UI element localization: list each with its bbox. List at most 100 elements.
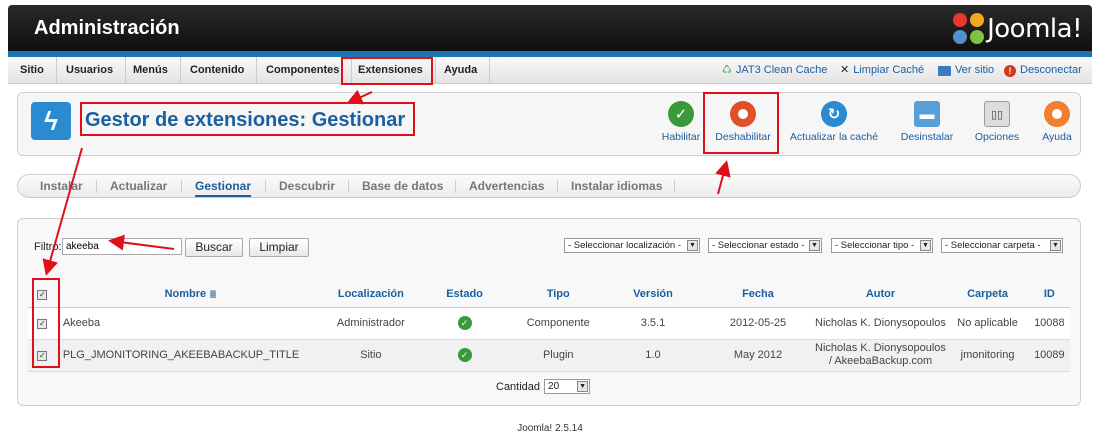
select-type[interactable]: - Seleccionar tipo - ▼ xyxy=(831,238,933,253)
tab-divider xyxy=(96,180,97,193)
search-button[interactable]: Buscar xyxy=(185,238,243,257)
menu-ayuda[interactable]: Ayuda xyxy=(432,57,491,84)
enabled-check-icon[interactable]: ✓ xyxy=(457,316,472,330)
menu-usuarios[interactable]: Usuarios xyxy=(54,57,127,84)
uninstall-button[interactable]: ▬ Desinstalar xyxy=(898,101,956,151)
options-icon: ▯▯ xyxy=(984,101,1010,127)
col-nombre-label: Nombre xyxy=(164,288,207,301)
tab-descubrir[interactable]: Descubrir xyxy=(279,175,335,197)
cell-author: Nicholas K. Dionysopoulos / AkeebaBackup… xyxy=(814,339,947,372)
cell-type: Plugin xyxy=(511,339,605,372)
tab-divider xyxy=(265,180,266,193)
col-fecha[interactable]: Fecha xyxy=(701,282,815,308)
cell-location: Administrador xyxy=(324,307,418,340)
menu-sitio[interactable]: Sitio xyxy=(8,57,57,84)
view-site-link[interactable]: Ver sitio xyxy=(938,57,994,84)
help-label: Ayuda xyxy=(1042,131,1072,143)
trash-icon: ▬ xyxy=(914,101,940,127)
refresh-cache-label: Actualizar la caché xyxy=(789,131,879,143)
cache-icon: ♺ xyxy=(722,64,732,76)
col-carpeta[interactable]: Carpeta xyxy=(946,282,1029,308)
cell-location: Sitio xyxy=(324,339,418,372)
jat3-cache-link[interactable]: ♺ JAT3 Clean Cache xyxy=(722,57,827,84)
tab-divider xyxy=(181,180,182,193)
col-estado[interactable]: Estado xyxy=(417,282,512,308)
enabled-check-icon[interactable]: ✓ xyxy=(457,348,472,362)
extensions-list-panel: Filtro: Buscar Limpiar - Seleccionar loc… xyxy=(17,218,1081,406)
broom-icon: ✕ xyxy=(840,64,850,76)
annotation-box-extensions xyxy=(341,57,433,85)
select-location[interactable]: - Seleccionar localización - ▼ xyxy=(564,238,700,253)
enable-button[interactable]: ✓ Habilitar xyxy=(658,101,704,151)
enable-label: Habilitar xyxy=(661,131,701,143)
refresh-cache-button[interactable]: ↻ Actualizar la caché xyxy=(788,101,880,151)
joomla-logo-icon xyxy=(953,13,985,45)
tab-divider xyxy=(674,180,675,193)
annotation-box-title xyxy=(80,102,415,136)
footer-version: Joomla! 2.5.14 xyxy=(517,423,583,434)
logout-label: Desconectar xyxy=(1020,64,1082,76)
joomla-logo-text: Joomla! xyxy=(987,14,1082,44)
cell-name[interactable]: PLG_JMONITORING_AKEEBABACKUP_TITLE xyxy=(56,339,325,372)
options-button[interactable]: ▯▯ Opciones xyxy=(972,101,1022,151)
col-autor[interactable]: Autor xyxy=(814,282,947,308)
menu-componentes[interactable]: Componentes xyxy=(254,57,353,84)
admin-header: Administración Joomla! xyxy=(8,5,1092,55)
menu-contenido[interactable]: Contenido xyxy=(178,57,258,84)
pager-label: Cantidad xyxy=(496,380,541,393)
annotation-box-disable xyxy=(703,92,779,154)
col-id[interactable]: ID xyxy=(1028,282,1070,308)
monitor-icon xyxy=(938,65,951,76)
tab-actualizar[interactable]: Actualizar xyxy=(110,175,167,197)
power-icon: ! xyxy=(1004,64,1016,77)
logout-link[interactable]: ! Desconectar xyxy=(1004,57,1082,84)
jat3-cache-label: JAT3 Clean Cache xyxy=(735,64,828,76)
help-button[interactable]: Ayuda xyxy=(1038,101,1076,151)
admin-title: Administración xyxy=(34,17,180,39)
filter-search-input[interactable] xyxy=(62,238,182,255)
uninstall-label: Desinstalar xyxy=(900,131,954,143)
col-nombre[interactable]: Nombre ≣ xyxy=(56,282,325,308)
chevron-down-icon: ▼ xyxy=(1050,240,1061,251)
select-folder-value: - Seleccionar carpeta - xyxy=(945,240,1041,251)
tab-instalar-idiomas[interactable]: Instalar idiomas xyxy=(571,175,662,197)
select-folder[interactable]: - Seleccionar carpeta - ▼ xyxy=(941,238,1063,253)
tab-base-de-datos[interactable]: Base de datos xyxy=(362,175,443,197)
extensions-table: ✓ Nombre ≣ Localización Estado Tipo Vers… xyxy=(28,282,1070,372)
cell-version: 3.5.1 xyxy=(604,307,702,340)
refresh-icon: ↻ xyxy=(821,101,847,127)
filter-label: Filtro: xyxy=(34,241,62,253)
cell-id: 10088 xyxy=(1028,307,1070,340)
select-type-value: - Seleccionar tipo - xyxy=(835,240,915,251)
table-row: ✓ Akeeba Administrador ✓ Componente 3.5.… xyxy=(28,307,1070,340)
tab-gestionar[interactable]: Gestionar xyxy=(195,175,252,197)
clear-cache-link[interactable]: ✕ Limpiar Caché xyxy=(840,57,924,84)
tab-instalar[interactable]: Instalar xyxy=(40,175,83,197)
cell-name[interactable]: Akeeba xyxy=(56,307,325,340)
col-tipo[interactable]: Tipo xyxy=(511,282,605,308)
view-site-label: Ver sitio xyxy=(955,64,995,76)
extensions-icon: ϟ xyxy=(31,102,71,140)
lifebuoy-icon xyxy=(1044,101,1070,127)
col-localizacion[interactable]: Localización xyxy=(324,282,418,308)
chevron-down-icon: ▼ xyxy=(577,381,589,392)
select-state-value: - Seleccionar estado - xyxy=(712,240,805,251)
table-header-row: ✓ Nombre ≣ Localización Estado Tipo Vers… xyxy=(28,282,1070,308)
chevron-down-icon: ▼ xyxy=(920,240,931,251)
extensions-subnav: Instalar Actualizar Gestionar Descubrir … xyxy=(17,174,1081,198)
sort-icon: ≣ xyxy=(209,289,217,300)
menu-menus[interactable]: Menús xyxy=(121,57,181,84)
pager-limit-select[interactable]: 20 ▼ xyxy=(544,379,591,394)
tab-divider xyxy=(557,180,558,193)
cell-date: May 2012 xyxy=(701,339,815,372)
select-state[interactable]: - Seleccionar estado - ▼ xyxy=(708,238,822,253)
cell-version: 1.0 xyxy=(604,339,702,372)
clear-button[interactable]: Limpiar xyxy=(249,238,309,257)
col-version[interactable]: Versión xyxy=(604,282,702,308)
annotation-box-checkboxes xyxy=(32,278,60,368)
tab-advertencias[interactable]: Advertencias xyxy=(469,175,544,197)
cell-folder: jmonitoring xyxy=(946,339,1029,372)
pagination-limit: Cantidad 20 ▼ xyxy=(496,379,591,394)
joomla-logo: Joomla! xyxy=(953,13,1082,45)
select-location-value: - Seleccionar localización - xyxy=(568,240,681,251)
